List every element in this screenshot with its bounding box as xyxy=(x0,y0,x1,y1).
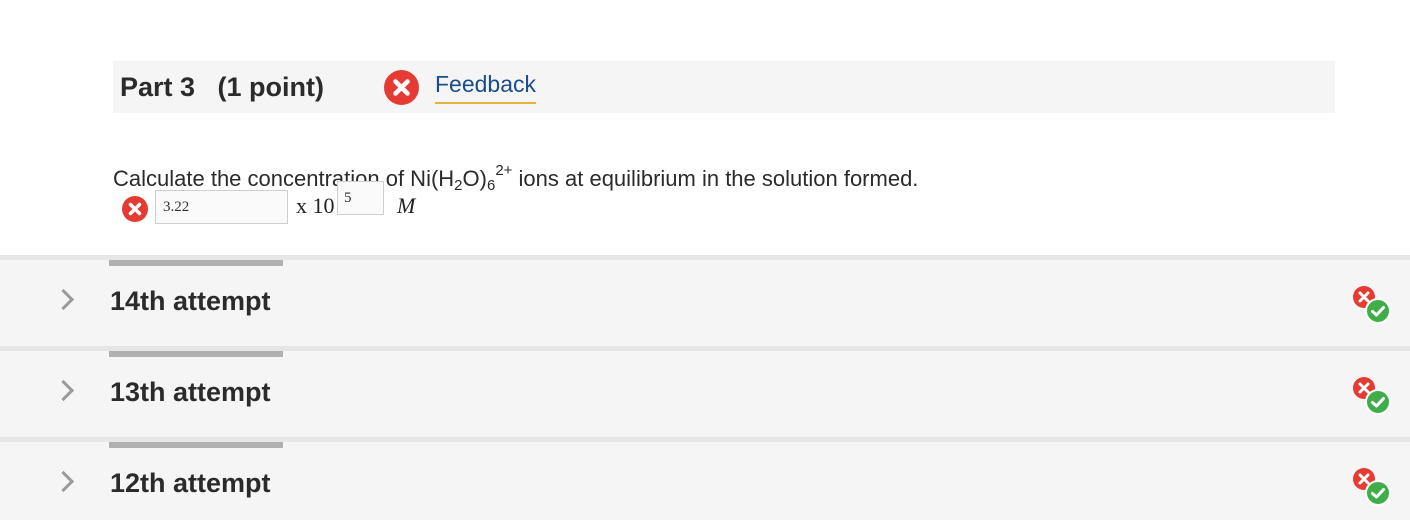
exponent-input[interactable] xyxy=(337,181,384,215)
attempt-label: 12th attempt xyxy=(110,468,271,498)
incorrect-icon xyxy=(384,70,419,105)
chevron-right-icon[interactable] xyxy=(52,470,75,493)
superscript-charge: 2+ xyxy=(495,162,513,179)
attempt-row[interactable]: 14th attempt xyxy=(0,260,1410,346)
feedback-link[interactable]: Feedback xyxy=(435,69,537,104)
attempt-row[interactable]: 12th attempt xyxy=(0,442,1410,520)
chevron-right-icon[interactable] xyxy=(52,288,75,311)
attempt-label: 14th attempt xyxy=(110,286,271,316)
incorrect-correct-icon xyxy=(1351,284,1393,326)
subscript-h2: 2 xyxy=(454,177,463,194)
subscript-6: 6 xyxy=(486,177,496,194)
incorrect-correct-icon xyxy=(1351,466,1393,508)
question-text-after: ions at equilibrium in the solution form… xyxy=(512,166,919,191)
attempt-label: 13th attempt xyxy=(110,377,271,407)
incorrect-correct-icon xyxy=(1351,375,1393,417)
unit-label: M xyxy=(397,193,416,218)
part-title: Part 3 (1 point) xyxy=(120,72,325,102)
question-text-before: Calculate the concentration of Ni(H xyxy=(113,166,455,191)
question-text-mid: O) xyxy=(462,166,487,191)
attempt-row[interactable]: 13th attempt xyxy=(0,351,1410,437)
chevron-right-icon[interactable] xyxy=(52,379,75,402)
mantissa-input[interactable] xyxy=(155,190,288,224)
times-ten-label: x 10 xyxy=(296,193,335,218)
part-header: Part 3 (1 point) Feedback xyxy=(113,61,1335,113)
attempt-bar xyxy=(109,351,283,357)
incorrect-icon xyxy=(122,196,148,222)
attempt-bar xyxy=(109,442,283,448)
attempt-bar xyxy=(109,260,283,266)
